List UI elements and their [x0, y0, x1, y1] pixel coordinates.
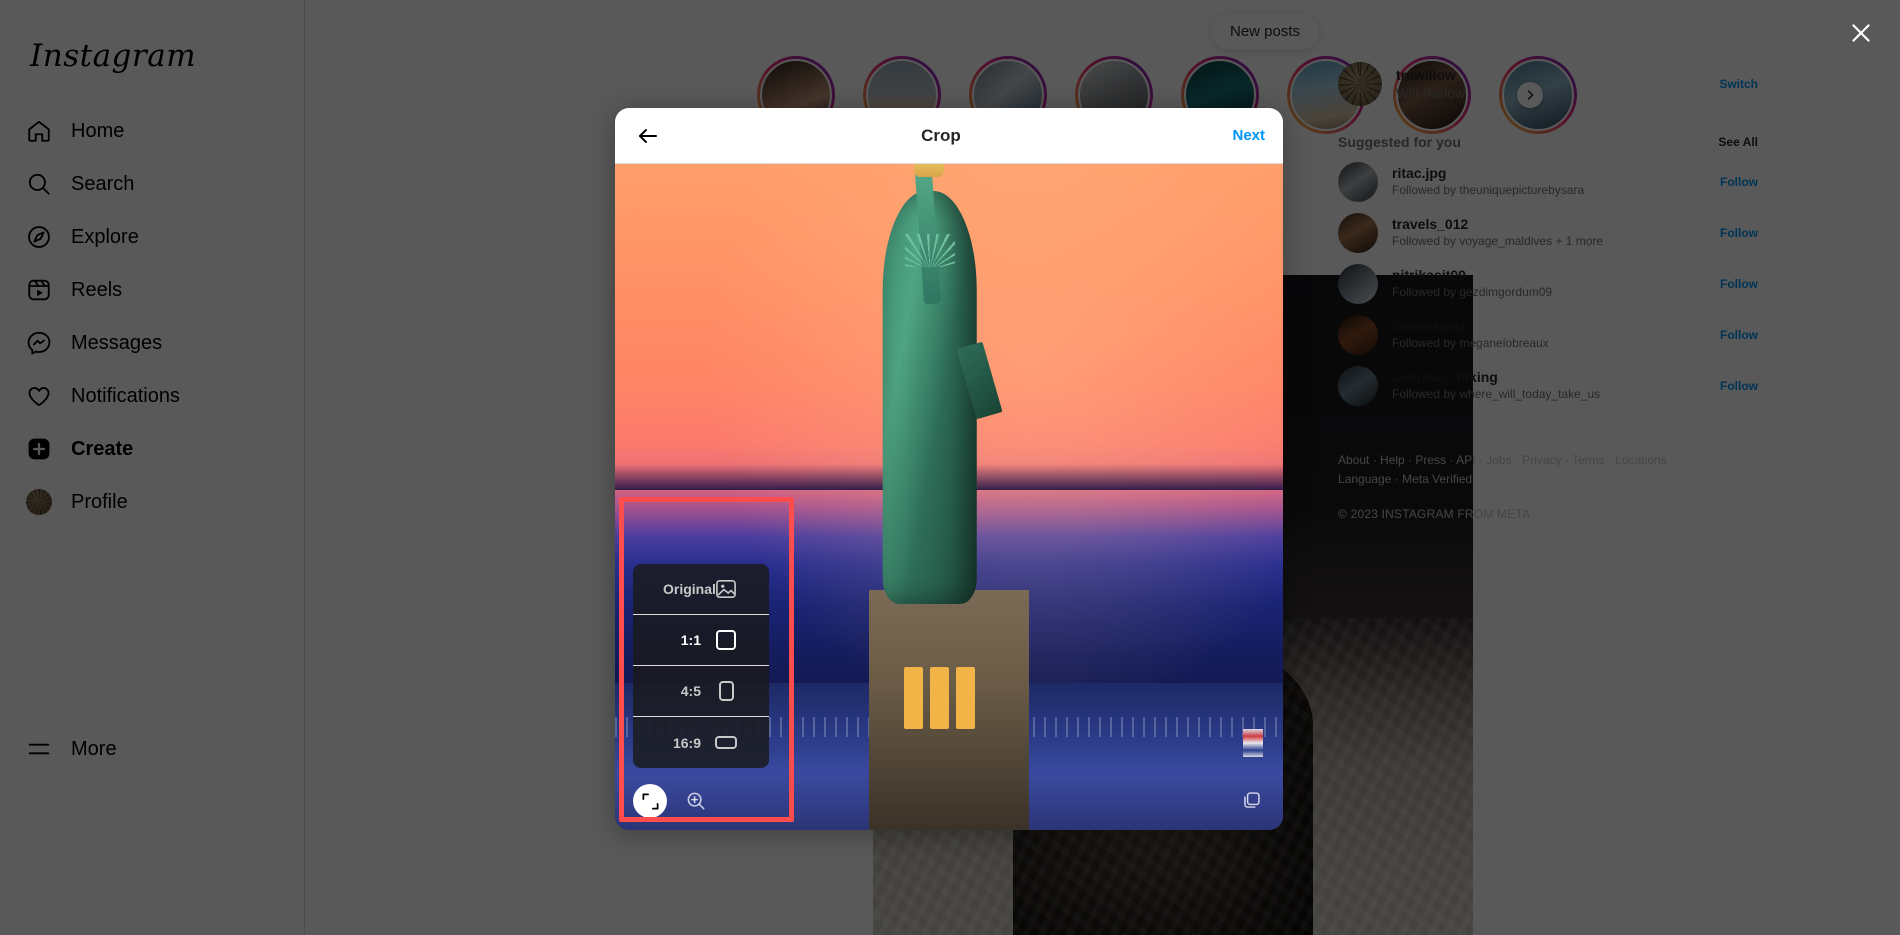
portrait-shape-icon — [713, 681, 739, 701]
crop-expand-button[interactable] — [633, 784, 667, 818]
aspect-ratio-option-4-5[interactable]: 4:5 — [633, 666, 769, 717]
back-button[interactable] — [633, 121, 663, 151]
zoom-button[interactable] — [683, 788, 709, 814]
crop-modal-header: Crop Next — [615, 108, 1283, 164]
close-modal-button[interactable] — [1840, 12, 1882, 54]
zoom-in-icon — [685, 790, 707, 812]
photo-statue-crown — [905, 234, 955, 267]
aspect-ratio-label: 1:1 — [663, 632, 701, 648]
multi-select-icon — [1241, 790, 1262, 811]
crop-modal: Crop Next Original — [615, 108, 1283, 830]
image-icon — [713, 579, 739, 599]
photo-pedestal — [869, 590, 1029, 830]
aspect-ratio-option-original[interactable]: Original — [633, 564, 769, 615]
aspect-ratio-label: 4:5 — [663, 683, 701, 699]
aspect-ratio-option-1-1[interactable]: 1:1 — [633, 615, 769, 666]
photo-statue-torch — [914, 164, 943, 177]
crop-expand-icon — [641, 792, 660, 811]
aspect-ratio-label: 16:9 — [663, 735, 701, 751]
aspect-ratio-label: Original — [663, 581, 701, 597]
aspect-ratio-option-16-9[interactable]: 16:9 — [633, 717, 769, 768]
close-icon — [1848, 20, 1874, 46]
arrow-left-icon — [636, 124, 660, 148]
crop-canvas[interactable]: Original 1:1 4:5 — [615, 164, 1283, 830]
next-button[interactable]: Next — [1219, 127, 1265, 144]
page-title: Crop — [663, 126, 1219, 146]
square-shape-icon — [713, 630, 739, 650]
multi-select-button[interactable] — [1239, 788, 1263, 812]
photo-flag — [1243, 729, 1263, 757]
landscape-shape-icon — [713, 736, 739, 749]
aspect-ratio-panel: Original 1:1 4:5 — [633, 564, 769, 768]
